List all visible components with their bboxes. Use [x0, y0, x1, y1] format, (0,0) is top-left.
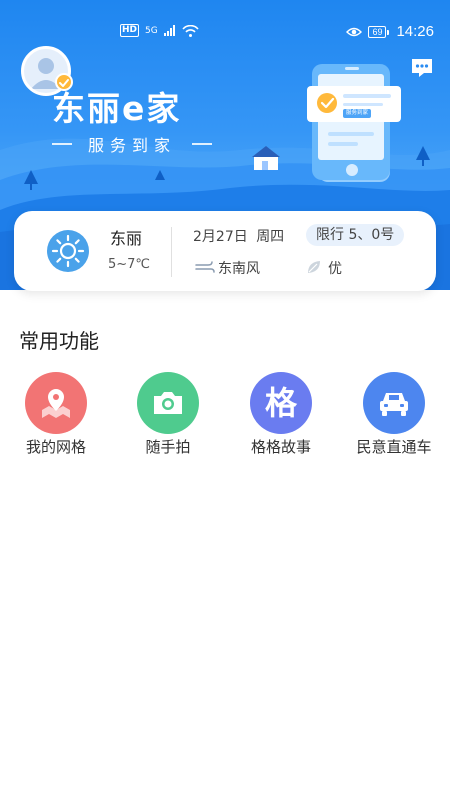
- divider: [171, 227, 172, 277]
- function-my-grid[interactable]: 我的网格: [1, 372, 111, 457]
- function-label: 民意直通车: [356, 438, 432, 456]
- brand-subtitle: 服务到家: [52, 132, 212, 156]
- hd-indicator: HD: [120, 24, 140, 37]
- function-gege-story[interactable]: 格 格格故事: [226, 372, 336, 457]
- air-quality: 优: [328, 261, 342, 277]
- function-label: 随手拍: [145, 438, 191, 456]
- illustration-tag: 服务到家: [345, 110, 368, 116]
- function-snapshot[interactable]: 随手拍: [113, 372, 223, 457]
- function-label: 我的网格: [25, 438, 86, 456]
- divider: [52, 143, 72, 145]
- camera-icon: [137, 372, 199, 434]
- section-title: 常用功能: [19, 329, 99, 353]
- map-pin-icon: [25, 372, 87, 434]
- city-name: 东丽: [110, 229, 143, 248]
- traffic-limit-badge: 限行 5、0号: [306, 224, 405, 246]
- weather-card[interactable]: 东丽 5~7℃ 2月27日 周四 限行 5、0号 东南风 优: [14, 211, 436, 291]
- brand-subtitle-text: 服务到家: [87, 136, 176, 155]
- weekday: 周四: [256, 229, 285, 245]
- date-text: 2月27日 周四: [193, 226, 284, 246]
- brand-title: 东丽e家: [52, 89, 182, 128]
- ge-character-icon: 格: [250, 372, 312, 434]
- divider: [191, 143, 212, 145]
- clock: 14:26: [396, 23, 434, 40]
- cell-signal-icon: [163, 25, 175, 36]
- status-bar: HD 5G 69 14:26: [0, 0, 450, 40]
- wifi-icon: [182, 24, 199, 37]
- car-icon: [363, 372, 425, 434]
- ge-glyph: 格: [264, 384, 297, 422]
- network-type: 5G: [145, 25, 158, 36]
- wind-direction: 东南风: [218, 261, 260, 277]
- date: 2月27日: [193, 229, 248, 245]
- function-public-opinion[interactable]: 民意直通车: [339, 372, 449, 457]
- leaf-icon: [308, 261, 320, 273]
- eye-icon: [346, 27, 363, 36]
- battery-indicator: 69: [368, 25, 390, 38]
- sun-icon: [47, 230, 89, 272]
- function-label: 格格故事: [250, 438, 311, 456]
- wind-icon: [195, 261, 215, 273]
- temperature: 5~7℃: [108, 257, 151, 272]
- message-icon[interactable]: [410, 56, 434, 80]
